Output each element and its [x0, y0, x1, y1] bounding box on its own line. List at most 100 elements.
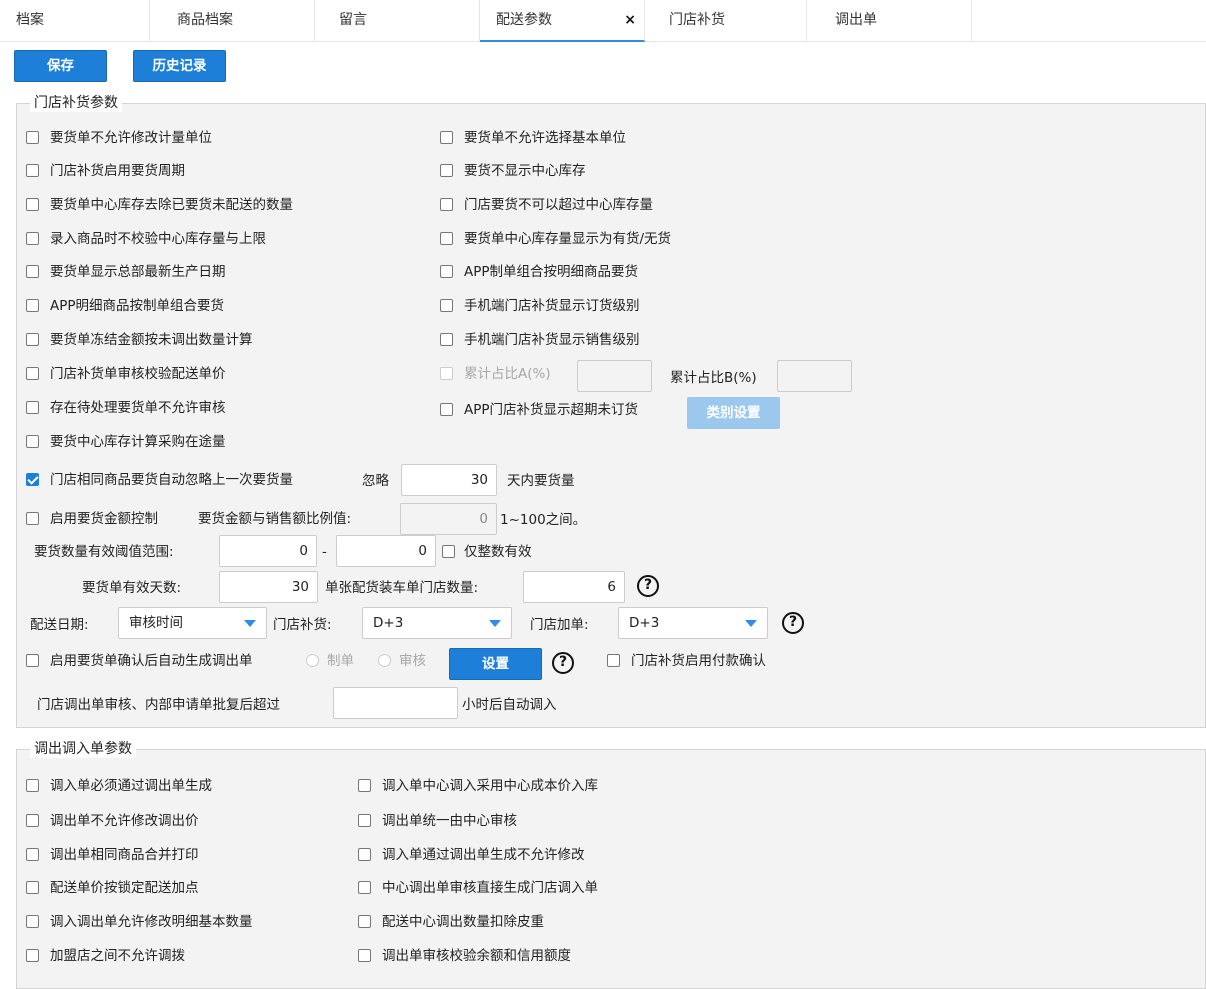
checkbox-icon[interactable]: [440, 333, 453, 346]
checkbox-icon[interactable]: [26, 848, 39, 861]
checkbox-icon[interactable]: [26, 949, 39, 962]
radio-icon[interactable]: [378, 654, 391, 667]
checkbox-icon[interactable]: [607, 654, 620, 667]
checkbox-checked-icon[interactable]: [26, 473, 39, 486]
checkbox-item[interactable]: 调入单中心调入采用中心成本价入库: [358, 776, 598, 796]
checkbox-icon[interactable]: [440, 131, 453, 144]
checkbox-item[interactable]: 中心调出单审核直接生成门店调入单: [358, 878, 598, 898]
checkbox-item[interactable]: 要货单冻结金额按未调出数量计算: [26, 330, 253, 350]
checkbox-icon[interactable]: [26, 164, 39, 177]
checkbox-icon[interactable]: [26, 401, 39, 414]
checkbox-icon[interactable]: [26, 915, 39, 928]
amount-control-checkbox[interactable]: 启用要货金额控制: [26, 509, 158, 529]
checkbox-item[interactable]: 门店补货单审核校验配送单价: [26, 364, 226, 384]
checkbox-icon[interactable]: [440, 232, 453, 245]
checkbox-icon[interactable]: [358, 779, 371, 792]
checkbox-icon[interactable]: [26, 198, 39, 211]
checkbox-icon[interactable]: [26, 779, 39, 792]
checkbox-icon[interactable]: [440, 198, 453, 211]
auto-in-hours-input[interactable]: [333, 687, 458, 719]
truck-stores-input[interactable]: 6: [523, 571, 625, 603]
checkbox-item[interactable]: 要货单不允许修改计量单位: [26, 128, 212, 148]
checkbox-item[interactable]: 配送单价按锁定配送加点: [26, 878, 199, 898]
checkbox-item[interactable]: 门店补货启用要货周期: [26, 161, 185, 181]
checkbox-icon[interactable]: [26, 232, 39, 245]
checkbox-icon[interactable]: [26, 367, 39, 380]
checkbox-item[interactable]: 要货单不允许选择基本单位: [440, 128, 626, 148]
checkbox-icon[interactable]: [26, 512, 39, 525]
radio-icon[interactable]: [306, 654, 319, 667]
checkbox-icon[interactable]: [358, 848, 371, 861]
checkbox-icon[interactable]: [26, 333, 39, 346]
help-icon[interactable]: ?: [552, 652, 574, 674]
replenish-select[interactable]: D+3: [362, 607, 512, 639]
add-order-select[interactable]: D+3: [618, 607, 768, 639]
auto-transfer-checkbox[interactable]: 启用要货单确认后自动生成调出单: [26, 651, 253, 671]
checkbox-icon[interactable]: [26, 881, 39, 894]
checkbox-item[interactable]: 要货中心库存计算采购在途量: [26, 432, 226, 452]
checkbox-item[interactable]: 调出单不允许修改调出价: [26, 811, 199, 831]
checkbox-icon[interactable]: [358, 915, 371, 928]
checkbox-item[interactable]: 调入单必须通过调出单生成: [26, 776, 212, 796]
ignore-days-input[interactable]: 30: [401, 464, 497, 496]
cumulative-a-checkbox[interactable]: 累计占比A(%): [440, 364, 551, 384]
checkbox-item[interactable]: 存在待处理要货单不允许审核: [26, 398, 226, 418]
help-icon[interactable]: ?: [637, 575, 659, 597]
category-settings-button[interactable]: 类别设置: [687, 397, 780, 429]
close-icon[interactable]: ×: [624, 0, 636, 40]
integer-only-checkbox[interactable]: 仅整数有效: [442, 542, 532, 562]
checkbox-icon[interactable]: [26, 814, 39, 827]
valid-days-input[interactable]: 30: [219, 571, 318, 603]
checkbox-item[interactable]: 要货单中心库存去除已要货未配送的数量: [26, 195, 293, 215]
checkbox-item[interactable]: 调出单审核校验余额和信用额度: [358, 946, 571, 966]
radio-draft[interactable]: 制单: [306, 651, 354, 671]
ignore-previous-checkbox[interactable]: 门店相同商品要货自动忽略上一次要货量: [26, 470, 293, 490]
checkbox-item[interactable]: 要货不显示中心库存: [440, 161, 586, 181]
checkbox-item[interactable]: APP明细商品按制单组合要货: [26, 296, 224, 316]
checkbox-item[interactable]: 加盟店之间不允许调拨: [26, 946, 185, 966]
history-button[interactable]: 历史记录: [133, 50, 226, 82]
tab-product-archive[interactable]: 商品档案: [150, 0, 315, 42]
ratio-input[interactable]: 0: [400, 503, 497, 535]
checkbox-icon[interactable]: [442, 545, 455, 558]
checkbox-icon[interactable]: [26, 131, 39, 144]
checkbox-item[interactable]: 手机端门店补货显示销售级别: [440, 330, 640, 350]
checkbox-icon[interactable]: [26, 654, 39, 667]
checkbox-item[interactable]: 门店要货不可以超过中心库存量: [440, 195, 653, 215]
settings-button[interactable]: 设置: [449, 648, 542, 680]
checkbox-item[interactable]: 调入单通过调出单生成不允许修改: [358, 845, 585, 865]
checkbox-icon[interactable]: [358, 949, 371, 962]
checkbox-item[interactable]: 要货单中心库存量显示为有货/无货: [440, 229, 671, 249]
tab-transfer-out[interactable]: 调出单: [807, 0, 972, 42]
checkbox-item[interactable]: 要货单显示总部最新生产日期: [26, 262, 226, 282]
tab-messages[interactable]: 留言: [315, 0, 480, 42]
checkbox-icon[interactable]: [358, 814, 371, 827]
checkbox-item[interactable]: APP制单组合按明细商品要货: [440, 262, 638, 282]
checkbox-icon[interactable]: [358, 881, 371, 894]
checkbox-item[interactable]: 调出单统一由中心审核: [358, 811, 517, 831]
save-button[interactable]: 保存: [14, 50, 107, 82]
help-icon[interactable]: ?: [782, 612, 804, 634]
checkbox-icon[interactable]: [440, 403, 453, 416]
cumulative-a-input[interactable]: [577, 360, 652, 392]
checkbox-item[interactable]: 调出单相同商品合并打印: [26, 845, 199, 865]
checkbox-item[interactable]: 调入调出单允许修改明细基本数量: [26, 912, 253, 932]
tab-archive[interactable]: 档案: [0, 0, 150, 42]
checkbox-icon[interactable]: [440, 164, 453, 177]
checkbox-icon[interactable]: [26, 435, 39, 448]
checkbox-icon[interactable]: [440, 299, 453, 312]
checkbox-item[interactable]: 手机端门店补货显示订货级别: [440, 296, 640, 316]
checkbox-icon[interactable]: [26, 265, 39, 278]
checkbox-icon[interactable]: [440, 367, 453, 380]
payment-confirm-checkbox[interactable]: 门店补货启用付款确认: [607, 651, 766, 671]
threshold-to-input[interactable]: 0: [336, 535, 436, 567]
checkbox-item[interactable]: 配送中心调出数量扣除皮重: [358, 912, 544, 932]
tab-store-replenish[interactable]: 门店补货: [645, 0, 807, 42]
checkbox-icon[interactable]: [26, 299, 39, 312]
checkbox-icon[interactable]: [440, 265, 453, 278]
threshold-from-input[interactable]: 0: [219, 535, 317, 567]
radio-review[interactable]: 审核: [378, 651, 426, 671]
tab-delivery-params[interactable]: 配送参数 ×: [480, 0, 645, 42]
delivery-date-select[interactable]: 审核时间: [118, 607, 267, 639]
cumulative-b-input[interactable]: [777, 360, 852, 392]
